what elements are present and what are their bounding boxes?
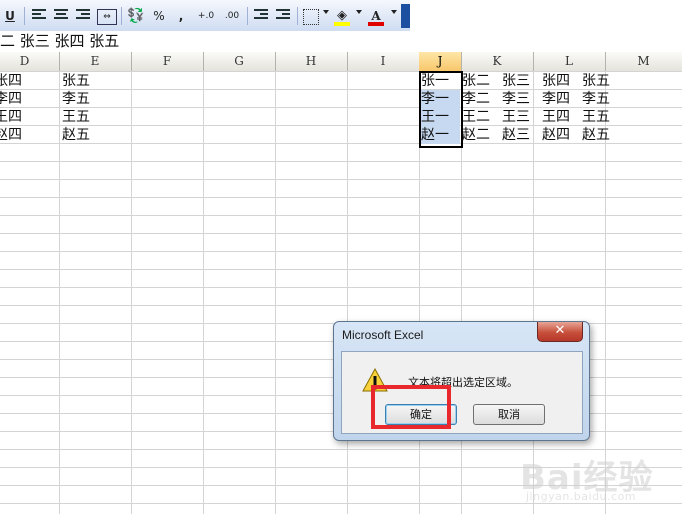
borders-icon[interactable] xyxy=(303,9,319,25)
increase-indent-icon[interactable] xyxy=(276,9,290,21)
column-header-i[interactable]: I xyxy=(347,52,420,71)
cell-l2[interactable]: 李三 xyxy=(502,90,530,108)
grid-line xyxy=(533,71,534,514)
align-center-icon[interactable] xyxy=(54,9,68,21)
column-header-row: D E F G H I J K L M xyxy=(0,52,682,72)
cell-e3[interactable]: 王五 xyxy=(62,108,90,126)
cell-e4[interactable]: 赵五 xyxy=(62,126,90,144)
column-header-e[interactable]: E xyxy=(59,52,132,71)
grid-line xyxy=(131,71,132,514)
column-header-m[interactable]: M xyxy=(605,52,682,71)
column-header-k[interactable]: K xyxy=(461,52,534,71)
cell-m3b[interactable]: 王五 xyxy=(582,108,610,126)
column-header-f[interactable]: F xyxy=(131,52,204,71)
cell-k4[interactable]: 赵二 xyxy=(462,126,490,144)
decrease-indent-icon[interactable] xyxy=(254,9,268,21)
column-header-d[interactable]: D xyxy=(0,52,60,71)
fill-color-dropdown-icon[interactable] xyxy=(356,10,362,14)
align-right-icon[interactable] xyxy=(76,9,90,21)
cell-l3[interactable]: 王三 xyxy=(502,108,530,126)
cell-l1[interactable]: 张三 xyxy=(502,72,530,90)
cell-m4b[interactable]: 赵五 xyxy=(582,126,610,144)
toolbar-options-icon[interactable] xyxy=(401,4,410,28)
close-button[interactable]: ✕ xyxy=(537,322,583,342)
grid-line xyxy=(275,71,276,514)
cell-e1[interactable]: 张五 xyxy=(62,72,90,90)
cell-d3[interactable]: 王四 xyxy=(0,108,22,126)
column-header-l[interactable]: L xyxy=(533,52,606,71)
grid-line xyxy=(347,71,348,514)
cell-l4[interactable]: 赵三 xyxy=(502,126,530,144)
font-color-dropdown-icon[interactable] xyxy=(391,10,397,14)
grid-line xyxy=(203,71,204,514)
cell-m1b[interactable]: 张五 xyxy=(582,72,610,90)
toolbar-separator xyxy=(121,7,122,25)
cell-m2a[interactable]: 李四 xyxy=(542,90,570,108)
grid-line xyxy=(59,71,60,514)
annotation-highlight xyxy=(371,385,451,429)
underline-button[interactable]: U xyxy=(2,7,18,25)
formatting-toolbar: U ⇔ 💱 % , +.0 .00 ◈ A xyxy=(0,0,410,32)
comma-button[interactable]: , xyxy=(174,7,188,25)
cell-k2[interactable]: 李二 xyxy=(462,90,490,108)
cell-m2b[interactable]: 李五 xyxy=(582,90,610,108)
cell-grid[interactable] xyxy=(0,71,682,514)
merge-center-icon[interactable]: ⇔ xyxy=(97,9,117,25)
borders-dropdown-icon[interactable] xyxy=(323,10,329,14)
decrease-decimal-button[interactable]: .00 xyxy=(220,7,244,25)
cell-e2[interactable]: 李五 xyxy=(62,90,90,108)
toolbar-separator xyxy=(24,7,25,25)
font-color-swatch xyxy=(368,22,384,26)
currency-icon[interactable]: 💱 xyxy=(127,7,145,25)
cell-m1a[interactable]: 张四 xyxy=(542,72,570,90)
baidu-watermark: Bai经验 jingyan.baidu.com xyxy=(520,450,670,510)
cell-m3a[interactable]: 王四 xyxy=(542,108,570,126)
cancel-button[interactable]: 取消 xyxy=(473,404,545,425)
column-header-g[interactable]: G xyxy=(203,52,276,71)
toolbar-separator xyxy=(297,7,298,25)
toolbar-separator xyxy=(247,7,248,25)
increase-decimal-button[interactable]: +.0 xyxy=(194,7,218,25)
column-header-j[interactable]: J xyxy=(419,52,462,71)
cell-d4[interactable]: 赵四 xyxy=(0,126,22,144)
cell-d1[interactable]: 张四 xyxy=(0,72,22,90)
fill-color-swatch xyxy=(334,22,350,26)
cell-k1[interactable]: 张二 xyxy=(462,72,490,90)
selection-border xyxy=(419,71,463,148)
align-left-icon[interactable] xyxy=(32,9,46,21)
cell-d2[interactable]: 李四 xyxy=(0,90,22,108)
watermark-url: jingyan.baidu.com xyxy=(526,490,637,503)
dialog-title: Microsoft Excel xyxy=(342,328,424,342)
percent-button[interactable]: % xyxy=(151,7,167,25)
formula-bar[interactable]: 二 张三 张四 张五 xyxy=(0,31,682,52)
column-header-h[interactable]: H xyxy=(275,52,348,71)
cell-m4a[interactable]: 赵四 xyxy=(542,126,570,144)
cell-k3[interactable]: 王二 xyxy=(462,108,490,126)
